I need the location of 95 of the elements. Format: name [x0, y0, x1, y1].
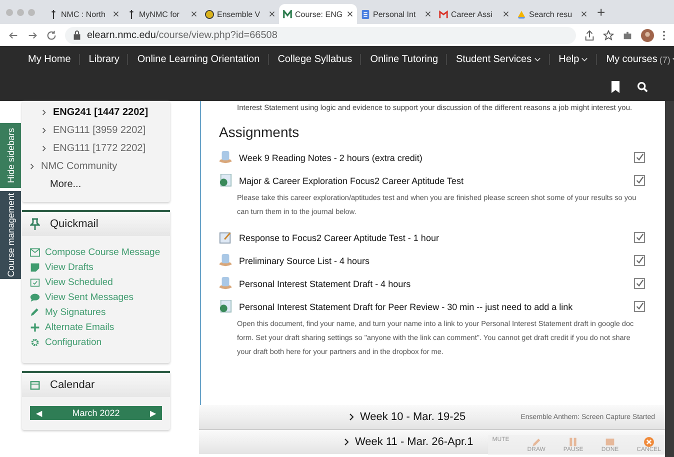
assignment-link[interactable]: Personal Interest Statement Draft - 4 hours [239, 278, 627, 288]
pause-icon [568, 437, 578, 447]
week-section-header[interactable]: Week 10 - Mar. 19-25 [360, 411, 466, 423]
chevron-icon[interactable] [42, 145, 46, 152]
close-icon[interactable] [113, 11, 119, 17]
triangle-icon [517, 10, 526, 18]
notepad-icon [219, 231, 232, 244]
star-icon[interactable] [603, 30, 614, 40]
completion-checkbox[interactable] [634, 232, 645, 243]
nav-link[interactable]: Student Services [448, 54, 550, 65]
nav-link[interactable]: My courses (7) [598, 54, 674, 65]
assignment-icon [219, 151, 232, 164]
sidebar-tab[interactable]: Course management [0, 191, 21, 279]
assignment-link[interactable]: Personal Interest Statement Draft for Peer Review - 30 min -- just need to add a link [239, 302, 627, 312]
chevron-icon[interactable] [30, 163, 34, 170]
forward-icon[interactable] [27, 30, 38, 40]
chevron-icon[interactable] [344, 438, 349, 446]
chevron-icon[interactable] [42, 109, 46, 116]
assignment-link[interactable]: Major & Career Exploration Focus2 Career Aptitude Test [239, 176, 627, 186]
completion-checkbox[interactable] [634, 175, 645, 186]
close-icon[interactable] [347, 11, 353, 17]
avatar-icon[interactable] [641, 28, 654, 42]
nav-link[interactable]: College Syllabus [270, 54, 362, 65]
assignment-link[interactable]: Week 9 Reading Notes - 2 hours (extra credit) [239, 152, 627, 162]
envelope-icon [30, 248, 40, 257]
address-bar[interactable]: elearn.nmc.edu/course/view.php?id=66508 [65, 26, 576, 44]
assignment-link[interactable]: Response to Focus2 Career Aptitude Test - 1 hour [239, 232, 627, 242]
nav-link[interactable]: My Home [20, 54, 80, 65]
search-icon[interactable] [637, 81, 648, 93]
next-month-button[interactable]: ▶ [150, 408, 156, 418]
mail-icon [439, 10, 448, 18]
completion-checkbox[interactable] [634, 152, 645, 163]
close-icon[interactable] [503, 11, 509, 17]
close-icon [644, 437, 654, 447]
course-link[interactable]: ENG241 [1447 2202] [53, 107, 148, 118]
lock-icon [73, 30, 81, 40]
pin-icon [49, 10, 58, 18]
course-link[interactable]: NMC Community [41, 161, 118, 172]
note-icon [30, 263, 40, 272]
nav-link[interactable]: Online Learning Orientation [129, 54, 269, 65]
month-title: March 2022 [72, 408, 120, 418]
new-tab-button[interactable]: + [591, 4, 612, 20]
close-icon[interactable] [269, 11, 275, 17]
globe-document-icon [219, 174, 232, 187]
nav-link[interactable]: Help [550, 54, 598, 65]
calendar-icon [30, 278, 40, 287]
gear-icon [30, 338, 40, 347]
browser-tab[interactable]: NMC : North [45, 4, 123, 24]
browser-tab[interactable]: Search resu [513, 4, 591, 24]
browser-tab[interactable]: Course: ENG [279, 4, 357, 24]
pin-icon [127, 10, 136, 18]
circle-icon [205, 10, 214, 18]
week-section-header[interactable]: Week 11 - Mar. 26-Apr.1 [355, 436, 474, 448]
more-link[interactable]: More... [30, 179, 162, 190]
plus-icon [30, 323, 40, 332]
close-icon[interactable] [581, 11, 587, 17]
completion-checkbox[interactable] [634, 301, 645, 312]
stop-icon [604, 437, 615, 447]
m-logo-icon [283, 10, 292, 18]
assignment-icon [219, 254, 232, 267]
close-icon[interactable] [191, 11, 197, 17]
pin-icon [30, 218, 40, 230]
share-icon[interactable] [584, 30, 595, 40]
calendar-icon [30, 379, 40, 391]
block-title: Quickmail [50, 218, 98, 230]
browser-tab[interactable]: Career Assi [435, 4, 513, 24]
globe-document-icon [219, 300, 232, 313]
assignment-icon [219, 277, 232, 290]
browser-tab[interactable]: Ensemble V [201, 4, 279, 24]
close-icon[interactable] [425, 11, 431, 17]
sidebar-tab[interactable]: Hide sidebars [0, 123, 21, 188]
document-icon [361, 10, 370, 18]
chat-icon [30, 293, 40, 302]
nav-link[interactable]: Library [80, 54, 128, 65]
reload-icon[interactable] [46, 30, 57, 40]
chevron-icon[interactable] [349, 413, 354, 421]
pencil-icon [531, 437, 542, 447]
back-icon[interactable] [8, 30, 19, 40]
more-icon[interactable] [662, 30, 666, 40]
bookmark-icon[interactable] [610, 81, 621, 93]
chevron-icon[interactable] [42, 127, 46, 134]
completion-checkbox[interactable] [634, 278, 645, 289]
assignment-link[interactable]: Preliminary Source List - 4 hours [239, 256, 627, 266]
browser-tab[interactable]: Personal Int [357, 4, 435, 24]
browser-tab[interactable]: MyNMC for [123, 4, 201, 24]
caret-icon [581, 57, 588, 62]
block-title: Calendar [50, 379, 95, 391]
previous-month-button[interactable]: ◀ [36, 408, 42, 418]
nav-link[interactable]: Online Tutoring [362, 54, 448, 65]
section-heading: Assignments [219, 124, 300, 140]
caret-icon [534, 57, 541, 62]
completion-checkbox[interactable] [634, 255, 645, 266]
pencil-icon [30, 308, 40, 317]
course-link[interactable]: ENG111 [3959 2202] [53, 125, 146, 136]
course-link[interactable]: ENG111 [1772 2202] [53, 143, 146, 154]
